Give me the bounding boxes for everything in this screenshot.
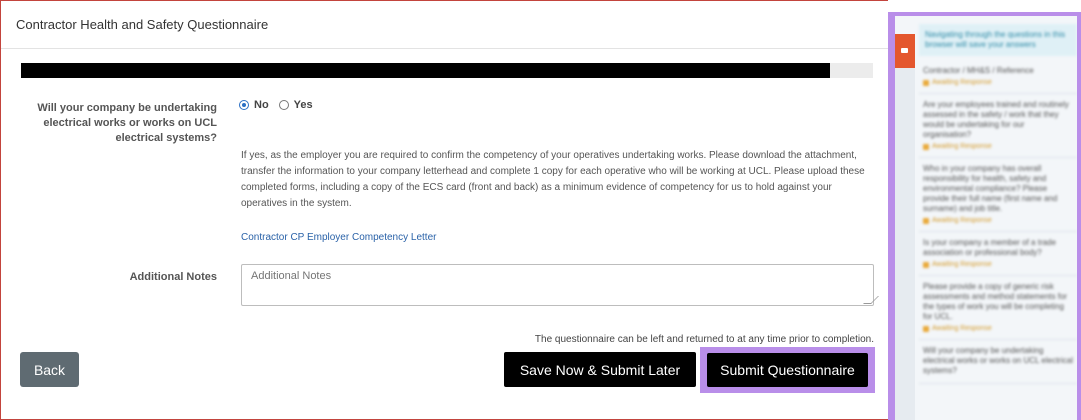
sidebar-question-item[interactable]: Will your company be undertaking electri… (919, 340, 1077, 384)
sidebar-question-list: Navigating through the questions in this… (919, 16, 1077, 420)
radio-no-icon[interactable] (239, 100, 249, 110)
question-sidebar: Navigating through the questions in this… (895, 16, 1077, 420)
back-button[interactable]: Back (20, 352, 79, 387)
additional-notes-input[interactable] (241, 264, 874, 306)
progress-bar (21, 63, 873, 78)
sidebar-question-text: Who in your company has overall responsi… (923, 164, 1058, 213)
panel-header: Contractor Health and Safety Questionnai… (1, 1, 888, 49)
sidebar-question-item[interactable]: Contractor / MH&S / Reference Awaiting Re… (919, 60, 1077, 94)
submit-questionnaire-button[interactable]: Submit Questionnaire (707, 353, 868, 387)
sidebar-status-text: Awaiting Response (932, 79, 992, 86)
notes-label: Additional Notes (129, 271, 217, 283)
question-label: Will your company be undertaking electri… (37, 102, 217, 144)
sidebar-status-badge: Awaiting Response (923, 79, 1073, 86)
radio-no-label[interactable]: No (254, 99, 269, 111)
sidebar-question-text: Please provide a copy of generic risk as… (923, 282, 1068, 321)
sidebar-status-badge: Awaiting Response (923, 261, 1073, 268)
sidebar-status-badge: Awaiting Response (923, 217, 1073, 224)
page: Contractor Health and Safety Questionnai… (0, 0, 1081, 420)
competency-letter-link[interactable]: Contractor CP Employer Competency Letter (241, 232, 436, 243)
radio-yes-label[interactable]: Yes (294, 99, 313, 111)
save-later-note: The questionnaire can be left and return… (534, 334, 874, 345)
awaiting-icon (923, 261, 929, 268)
answer-radio-group: No Yes (239, 99, 323, 111)
sidebar-status-text: Awaiting Response (932, 143, 992, 150)
awaiting-icon (923, 217, 929, 224)
sidebar-status-badge: Awaiting Response (923, 325, 1073, 332)
radio-yes-icon[interactable] (278, 100, 289, 110)
sidebar-question-item[interactable]: Are your employees trained and routinely… (919, 94, 1077, 158)
page-title: Contractor Health and Safety Questionnai… (16, 17, 269, 32)
sidebar-question-item[interactable]: Please provide a copy of generic risk as… (919, 276, 1077, 340)
sidebar-question-item[interactable]: Is your company a member of a trade asso… (919, 232, 1077, 276)
awaiting-icon (923, 325, 929, 332)
save-submit-later-button[interactable]: Save Now & Submit Later (504, 352, 696, 387)
sidebar-question-text: Are your employees trained and routinely… (923, 100, 1069, 139)
sidebar-toggle-icon[interactable] (895, 34, 915, 68)
sidebar-question-text: Is your company a member of a trade asso… (923, 238, 1056, 257)
sidebar-status-text: Awaiting Response (932, 325, 992, 332)
sidebar-status-text: Awaiting Response (932, 217, 992, 224)
sidebar-info-banner: Navigating through the questions in this… (919, 24, 1077, 56)
sidebar-question-item[interactable]: Who in your company has overall responsi… (919, 158, 1077, 232)
sidebar-question-text: Contractor / MH&S / Reference (923, 66, 1034, 75)
awaiting-icon (923, 143, 929, 150)
question-info: If yes, as the employer you are required… (241, 150, 865, 209)
radio-option-yes[interactable]: Yes (278, 99, 313, 111)
sidebar-status-text: Awaiting Response (932, 261, 992, 268)
progress-fill (21, 63, 831, 78)
awaiting-icon (923, 79, 929, 86)
radio-option-no[interactable]: No (239, 99, 269, 111)
sidebar-question-text: Will your company be undertaking electri… (923, 346, 1073, 375)
sidebar-status-badge: Awaiting Response (923, 143, 1073, 150)
sidebar-rail (895, 68, 915, 420)
